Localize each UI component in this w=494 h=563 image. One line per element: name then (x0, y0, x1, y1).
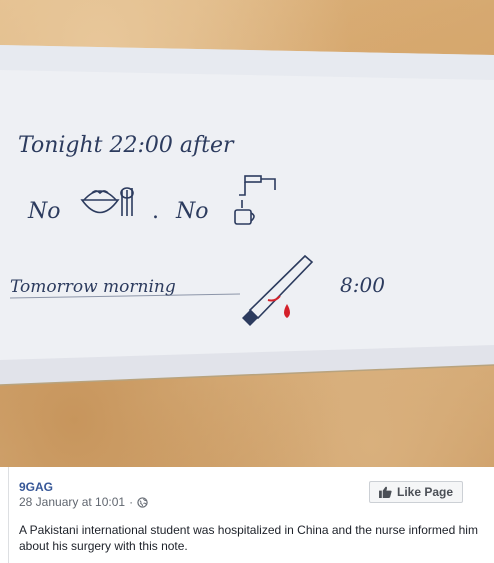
thumbs-up-icon (379, 486, 392, 498)
note-no-water: No (175, 199, 209, 224)
like-page-label: Like Page (396, 485, 454, 499)
post-photo[interactable]: Tonight 22:00 after No . No Tomorrow mor… (0, 0, 494, 467)
post-timestamp[interactable]: 28 January at 10:01 (19, 495, 125, 509)
handwritten-note-photo: Tonight 22:00 after No . No Tomorrow mor… (0, 45, 494, 386)
post-footer: 9GAG 28 January at 10:01 · Like Page A P… (0, 467, 494, 563)
page-name-link[interactable]: 9GAG (19, 480, 53, 494)
post-meta: 28 January at 10:01 · (19, 495, 148, 509)
paper-sheet (0, 45, 494, 385)
divider (8, 467, 9, 563)
note-line-3: Tomorrow morning (10, 277, 176, 297)
note-time: 8:00 (340, 273, 385, 297)
globe-icon[interactable] (137, 496, 148, 508)
facebook-post: Tonight 22:00 after No . No Tomorrow mor… (0, 0, 494, 563)
note-no-food: No (27, 199, 61, 224)
like-page-button[interactable]: Like Page (369, 481, 463, 503)
meta-separator: · (129, 495, 134, 509)
note-line-1: Tonight 22:00 after (18, 133, 235, 158)
note-separator: . (152, 199, 159, 224)
post-text: A Pakistani international student was ho… (19, 523, 478, 553)
